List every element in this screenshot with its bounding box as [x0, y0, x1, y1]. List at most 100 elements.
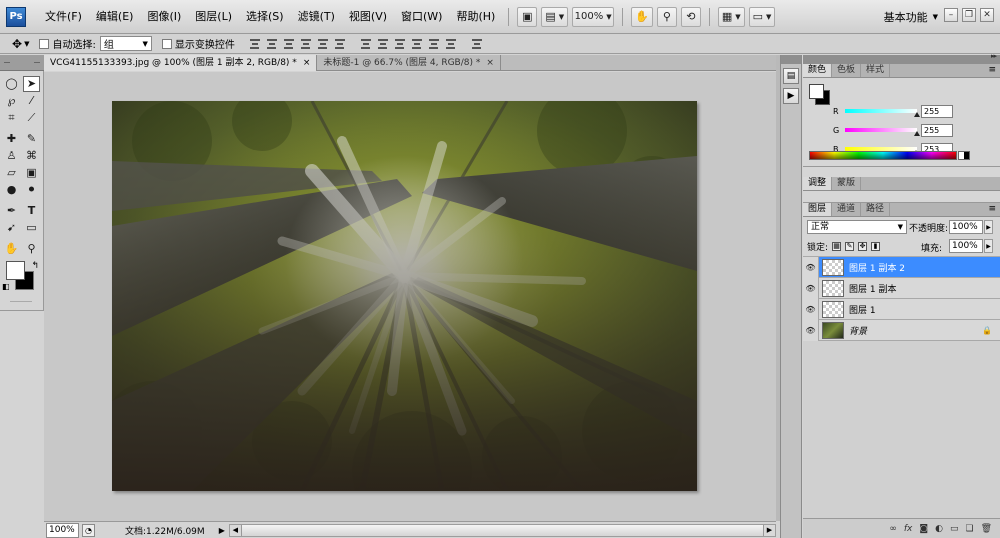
- opacity-input[interactable]: 100%: [949, 220, 983, 234]
- close-icon[interactable]: ×: [303, 55, 311, 71]
- tab-styles[interactable]: 样式: [861, 64, 891, 77]
- lock-all-icon[interactable]: ▮: [871, 242, 881, 251]
- eyedropper-tool-icon[interactable]: ⟋: [23, 110, 40, 126]
- clone-stamp-tool-icon[interactable]: ♙: [3, 148, 20, 164]
- distribute-top-edges-icon[interactable]: [360, 38, 372, 50]
- type-tool-icon[interactable]: T: [23, 203, 40, 219]
- rotate-view-button[interactable]: ⟲: [680, 6, 701, 27]
- zoom-tool-button[interactable]: ⚲: [656, 6, 677, 27]
- layer-row-background[interactable]: 👁 背景 🔒: [803, 319, 1000, 341]
- marquee-tool-icon[interactable]: ◯: [3, 76, 20, 92]
- align-top-edges-icon[interactable]: [249, 38, 261, 50]
- eraser-tool-icon[interactable]: ▱: [3, 165, 20, 181]
- opacity-slider-arrow-icon[interactable]: ▶: [984, 220, 993, 234]
- red-channel-value[interactable]: 255: [921, 104, 953, 118]
- color-spectrum-ramp[interactable]: [809, 151, 957, 160]
- menu-help[interactable]: 帮助(H): [449, 6, 502, 28]
- brush-tool-icon[interactable]: ✎: [23, 131, 40, 147]
- color-panel-foreground-swatch[interactable]: [809, 84, 824, 99]
- align-vertical-centers-icon[interactable]: [266, 38, 278, 50]
- tool-preset-picker[interactable]: ✥ ▼: [12, 37, 29, 51]
- tools-panel-header[interactable]: [0, 55, 44, 71]
- swap-colors-icon[interactable]: ↰: [31, 261, 39, 271]
- show-transform-controls-option[interactable]: 显示变换控件: [161, 36, 235, 51]
- layer-row[interactable]: 👁 图层 1 副本 2: [803, 256, 1000, 278]
- blur-tool-icon[interactable]: ●: [3, 182, 20, 198]
- restore-button[interactable]: ❐: [962, 8, 976, 22]
- tab-adjustments[interactable]: 调整: [803, 177, 833, 190]
- align-bottom-edges-icon[interactable]: [283, 38, 295, 50]
- green-channel-value[interactable]: 255: [921, 123, 953, 137]
- show-transform-controls-checkbox[interactable]: [161, 38, 172, 49]
- tab-layers[interactable]: 图层: [803, 203, 833, 216]
- distribute-bottom-edges-icon[interactable]: [394, 38, 406, 50]
- panel-strip-header[interactable]: [781, 55, 801, 64]
- panels-header[interactable]: [803, 52, 1000, 64]
- scroll-left-arrow-icon[interactable]: ◀: [229, 524, 242, 536]
- eye-icon[interactable]: 👁: [803, 256, 819, 278]
- green-slider-thumb[interactable]: [914, 131, 920, 136]
- menu-edit[interactable]: 编辑(E): [89, 6, 141, 28]
- lock-image-pixels-icon[interactable]: ✎: [845, 242, 855, 251]
- green-channel-slider[interactable]: [845, 128, 920, 136]
- status-menu-arrow-icon[interactable]: ▶: [219, 526, 225, 535]
- foreground-color-swatch[interactable]: [6, 261, 25, 280]
- document-image[interactable]: [112, 101, 697, 491]
- document-tab-active[interactable]: VCG41155133393.jpg @ 100% (图层 1 副本 2, RG…: [44, 55, 318, 71]
- align-right-edges-icon[interactable]: [334, 38, 346, 50]
- menu-layer[interactable]: 图层(L): [188, 6, 239, 28]
- hand-tool-icon[interactable]: ✋: [3, 241, 20, 257]
- fill-input[interactable]: 100%: [949, 239, 983, 253]
- new-layer-icon[interactable]: ❏: [965, 524, 973, 534]
- shape-tool-icon[interactable]: ▭: [23, 220, 40, 236]
- eye-icon[interactable]: 👁: [803, 319, 819, 341]
- panel-menu-icon[interactable]: ≡: [988, 65, 996, 75]
- layer-row[interactable]: 👁 图层 1: [803, 298, 1000, 320]
- tab-paths[interactable]: 路径: [861, 203, 891, 216]
- blend-mode-dropdown[interactable]: 正常 ▼: [807, 220, 907, 234]
- menu-filter[interactable]: 滤镜(T): [291, 6, 342, 28]
- lock-position-icon[interactable]: ✥: [858, 242, 868, 251]
- menu-select[interactable]: 选择(S): [239, 6, 291, 28]
- hand-tool-button[interactable]: ✋: [631, 6, 653, 27]
- history-panel-icon[interactable]: ▤: [783, 68, 799, 84]
- panel-menu-icon[interactable]: ≡: [988, 204, 996, 214]
- auto-select-checkbox[interactable]: [39, 38, 50, 49]
- status-proof-icon[interactable]: ◔: [82, 523, 95, 537]
- magic-wand-tool-icon[interactable]: ⁄: [23, 93, 40, 109]
- adjustment-layer-icon[interactable]: ◐: [935, 524, 943, 534]
- pen-tool-icon[interactable]: ✒: [3, 203, 20, 219]
- zoom-tool-icon[interactable]: ⚲: [23, 241, 40, 257]
- lasso-tool-icon[interactable]: ℘: [3, 93, 20, 109]
- status-zoom-field[interactable]: 100%: [46, 522, 79, 538]
- layer-style-icon[interactable]: fx: [904, 524, 913, 534]
- fill-slider-arrow-icon[interactable]: ▶: [984, 239, 993, 253]
- document-tab-inactive[interactable]: 未标题-1 @ 66.7% (图层 4, RGB/8) * ×: [317, 55, 501, 71]
- layer-row[interactable]: 👁 图层 1 副本: [803, 277, 1000, 299]
- align-left-edges-icon[interactable]: [300, 38, 312, 50]
- history-brush-tool-icon[interactable]: ⌘: [23, 148, 40, 164]
- tab-masks[interactable]: 蒙版: [832, 177, 862, 190]
- menu-file[interactable]: 文件(F): [38, 6, 89, 28]
- eye-icon[interactable]: 👁: [803, 277, 819, 299]
- black-white-ramp[interactable]: [958, 151, 970, 160]
- auto-select-option[interactable]: 自动选择:: [39, 36, 96, 51]
- path-selection-tool-icon[interactable]: ➹: [3, 220, 20, 236]
- tab-color[interactable]: 颜色: [803, 64, 833, 77]
- auto-align-layers-icon[interactable]: [471, 38, 483, 50]
- default-colors-icon[interactable]: ◧: [2, 282, 10, 291]
- crop-tool-icon[interactable]: ⌗: [3, 110, 20, 126]
- distribute-vertical-centers-icon[interactable]: [377, 38, 389, 50]
- screen-mode-button[interactable]: ▭ ▼: [748, 6, 776, 27]
- link-layers-icon[interactable]: ∞: [889, 524, 897, 534]
- dodge-tool-icon[interactable]: ⚫: [23, 182, 40, 198]
- healing-brush-tool-icon[interactable]: ✚: [3, 131, 20, 147]
- workspace-switcher[interactable]: 基本功能 ▼: [884, 9, 938, 25]
- red-slider-thumb[interactable]: [914, 112, 920, 117]
- tab-swatches[interactable]: 色板: [832, 64, 862, 77]
- auto-select-target-dropdown[interactable]: 组 ▼: [99, 36, 152, 51]
- lock-transparency-icon[interactable]: ▦: [832, 242, 842, 251]
- close-icon[interactable]: ×: [486, 55, 494, 71]
- distribute-left-edges-icon[interactable]: [411, 38, 423, 50]
- menu-view[interactable]: 视图(V): [342, 6, 394, 28]
